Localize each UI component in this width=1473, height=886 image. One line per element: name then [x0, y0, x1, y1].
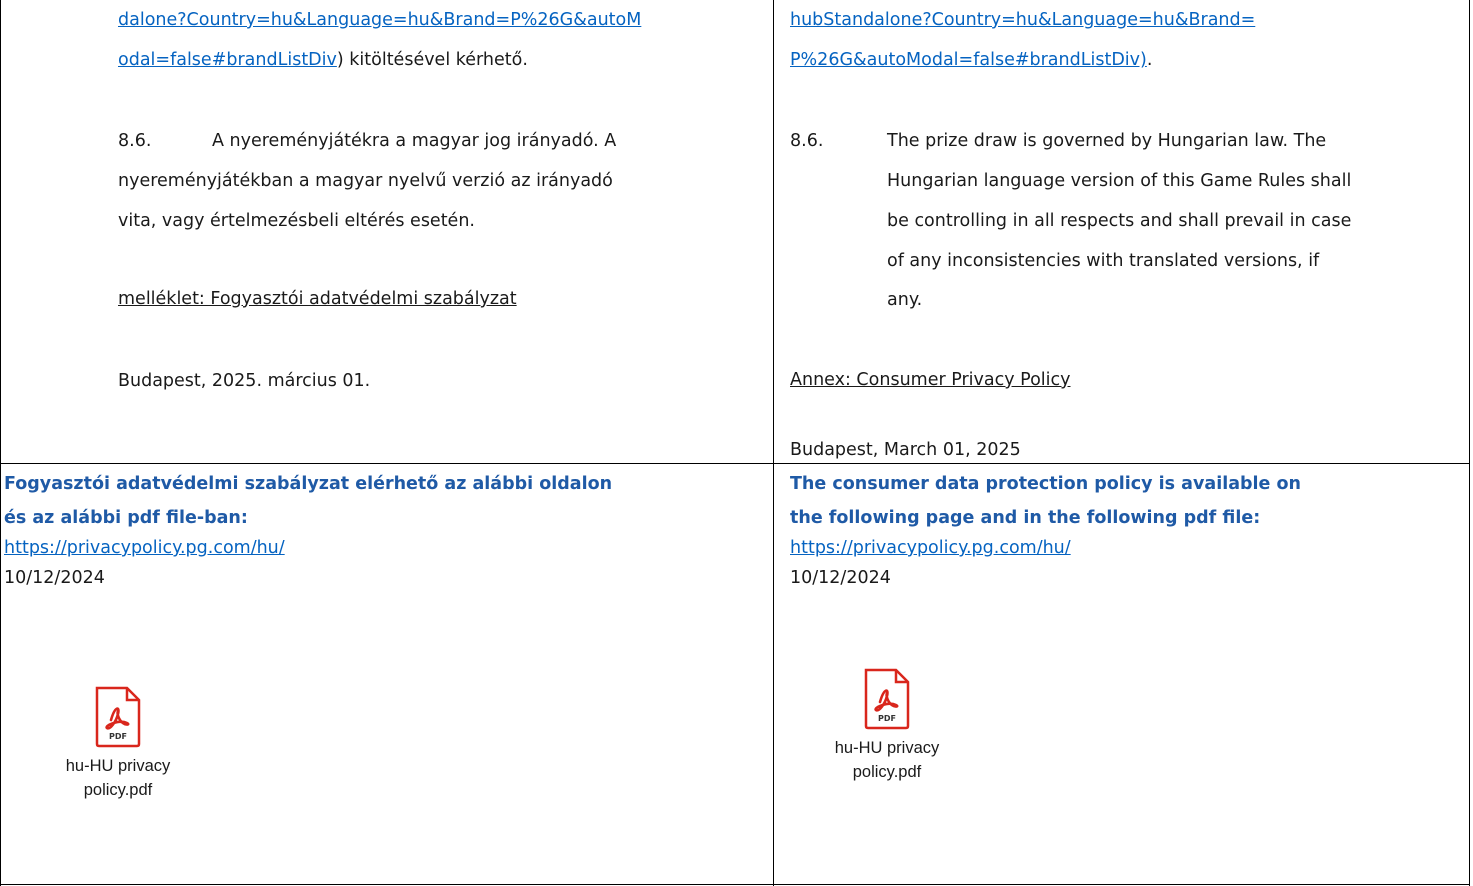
table-border-bottom: [0, 884, 1470, 885]
policy-heading: és az alábbi pdf file-ban:: [4, 508, 248, 528]
section-text-line: any.: [887, 290, 923, 310]
section-number: 8.6.: [118, 131, 152, 151]
document-date: Budapest, 2025. március 01.: [118, 371, 371, 391]
pdf-filename-line: policy.pdf: [83, 781, 153, 799]
row-divider: [0, 463, 1470, 464]
privacy-policy-link[interactable]: https://privacypolicy.pg.com/hu/: [790, 536, 1071, 560]
pdf-filename-line: policy.pdf: [852, 763, 922, 781]
brand-form-link-part2[interactable]: odal=false#brandListDiv: [118, 50, 337, 70]
brand-form-trailing-text: ) kitöltésével kérhető.: [336, 50, 528, 70]
section-text-line: A nyereményjátékra a magyar jog irányadó…: [212, 131, 617, 151]
policy-date: 10/12/2024: [4, 568, 105, 588]
pdf-attachment[interactable]: PDF hu-HU privacy policy.pdf: [802, 668, 972, 784]
brand-form-link-part1[interactable]: hubStandalone?Country=hu&Language=hu&Bra…: [790, 8, 1255, 32]
pdf-filename-line: hu-HU privacy: [834, 739, 940, 757]
section-text-line: be controlling in all respects and shall…: [887, 211, 1352, 231]
brand-form-line2: odal=false#brandListDiv) kitöltésével ké…: [118, 48, 528, 72]
table-border-right: [1469, 0, 1470, 886]
pdf-file-icon: PDF: [864, 668, 910, 730]
section-text-line: The prize draw is governed by Hungarian …: [887, 131, 1327, 151]
annex-label: Annex: Consumer Privacy Policy: [790, 370, 1071, 390]
brand-form-link-part1[interactable]: dalone?Country=hu&Language=hu&Brand=P%26…: [118, 8, 641, 32]
section-text-line: of any inconsistencies with translated v…: [887, 251, 1320, 271]
section-text-line: vita, vagy értelmezésbeli eltérés esetén…: [118, 211, 475, 231]
table-border-left: [0, 0, 1, 886]
document-date: Budapest, March 01, 2025: [790, 440, 1021, 460]
pdf-badge-text: PDF: [878, 714, 896, 723]
column-divider: [773, 0, 774, 886]
pdf-badge-text: PDF: [109, 732, 127, 741]
pdf-file-icon: PDF: [95, 686, 141, 748]
pdf-filename-line: hu-HU privacy: [65, 757, 171, 775]
pdf-attachment[interactable]: PDF hu-HU privacy policy.pdf: [33, 686, 203, 802]
policy-heading: the following page and in the following …: [790, 508, 1261, 528]
brand-form-line2: P%26G&autoModal=false#brandListDiv).: [790, 48, 1152, 72]
privacy-policy-link[interactable]: https://privacypolicy.pg.com/hu/: [4, 536, 285, 560]
policy-heading: Fogyasztói adatvédelmi szabályzat elérhe…: [4, 474, 613, 494]
annex-label: melléklet: Fogyasztói adatvédelmi szabál…: [118, 289, 517, 309]
section-text-line: nyereményjátékban a magyar nyelvű verzió…: [118, 171, 613, 191]
policy-date: 10/12/2024: [790, 568, 891, 588]
brand-form-trailing-text: .: [1146, 50, 1153, 70]
section-number: 8.6.: [790, 131, 824, 151]
section-text-line: Hungarian language version of this Game …: [887, 171, 1352, 191]
brand-form-link-part2[interactable]: P%26G&autoModal=false#brandListDiv): [790, 50, 1147, 70]
policy-heading: The consumer data protection policy is a…: [790, 474, 1301, 494]
